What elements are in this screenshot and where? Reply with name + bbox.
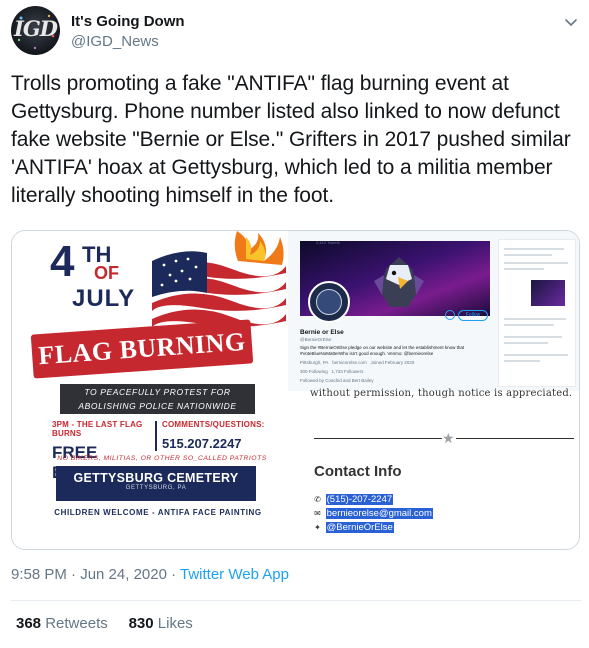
footer-divider bbox=[11, 600, 581, 601]
star-icon: ★ bbox=[442, 430, 455, 446]
poster-location: GETTYSBURG CEMETERY bbox=[73, 471, 239, 485]
envelope-icon: ✉ bbox=[314, 509, 321, 518]
side-panel-thumbnail bbox=[531, 280, 565, 306]
twitter-profile-screenshot: 2,410 Tweets Follow Bernie or Else @Bern… bbox=[288, 231, 579, 391]
website-cutoff-text: without permission, though notice is app… bbox=[310, 388, 573, 399]
poster-divider bbox=[155, 421, 157, 451]
divider-right bbox=[456, 438, 574, 439]
contact-email: bernieorelse@gmail.com bbox=[325, 508, 433, 519]
contact-twitter-row: ✦ @BernieOrElse bbox=[312, 522, 394, 533]
tweet-stats: 368 Retweets 830 Likes bbox=[16, 615, 193, 632]
twitter-bird-icon: ✦ bbox=[314, 523, 321, 532]
profile-site: bernieorelse.com bbox=[332, 360, 367, 365]
contact-phone-row: ✆ (515)-207-2247 bbox=[312, 494, 394, 505]
website-screenshot[interactable]: 2,410 Tweets Follow Bernie or Else @Bern… bbox=[288, 231, 579, 549]
profile-tweet-count: 2,410 Tweets bbox=[316, 240, 340, 245]
profile-meta: Pittsburgh, PA bernieorelse.com Joined F… bbox=[300, 360, 414, 365]
profile-follow-button: Follow bbox=[458, 310, 488, 321]
author-handle[interactable]: @IGD_News bbox=[71, 33, 159, 50]
author-avatar[interactable]: IGD bbox=[11, 6, 60, 55]
poster-banner: TO PEACEFULLY PROTEST FOR ABOLISHING POL… bbox=[60, 384, 255, 414]
flag-burning-poster[interactable]: 4 TH OF JULY FLAG BURNING TO PEACEFULLY … bbox=[12, 231, 286, 549]
poster-time-text: 3PM - THE LAST FLAG BURNS bbox=[52, 420, 143, 438]
tweet-header: IGD It's Going Down @IGD_News bbox=[11, 6, 581, 55]
profile-joined: Joined February 2020 bbox=[370, 360, 415, 365]
poster-right-column: COMMENTS/QUESTIONS: 515.207.2247 bbox=[162, 420, 272, 451]
profile-followed-by: Followed by Coachid and Bert Bailey bbox=[300, 378, 374, 383]
profile-more-icon bbox=[445, 310, 455, 320]
phone-icon: ✆ bbox=[314, 495, 321, 504]
likes-link[interactable]: 830 Likes bbox=[129, 615, 193, 632]
contact-phone: (515)-207-2247 bbox=[325, 494, 394, 505]
profile-avatar bbox=[308, 281, 350, 323]
profile-followers: 1,733 Followers bbox=[331, 369, 364, 374]
divider-left bbox=[314, 438, 442, 439]
contact-title: Contact Info bbox=[314, 463, 402, 480]
eagle-icon bbox=[374, 257, 424, 307]
timestamp-separator: · bbox=[166, 566, 180, 583]
tweet-client-link[interactable]: Twitter Web App bbox=[180, 566, 289, 583]
profile-avatar-seal bbox=[316, 289, 342, 315]
contact-twitter: @BernieOrElse bbox=[325, 522, 394, 533]
chevron-down-icon[interactable] bbox=[561, 12, 581, 32]
poster-ribbon-text: FLAG BURNING bbox=[37, 326, 247, 371]
profile-name: Bernie or Else bbox=[300, 329, 344, 336]
author-name[interactable]: It's Going Down bbox=[71, 13, 185, 30]
poster-date-number: 4 bbox=[50, 237, 75, 286]
tweet-text: Trolls promoting a fake "ANTIFA" flag bu… bbox=[11, 72, 571, 207]
avatar-text: IGD bbox=[14, 16, 58, 41]
likes-label: Likes bbox=[157, 615, 193, 632]
contact-email-row: ✉ bernieorelse@gmail.com bbox=[312, 508, 433, 519]
tweet-timestamp-row: 9:58 PM · Jun 24, 2020 · Twitter Web App bbox=[11, 566, 289, 583]
profile-stats: 300 Following 1,733 Followers bbox=[300, 369, 363, 374]
profile-following: 300 Following bbox=[300, 369, 328, 374]
poster-footer: CHILDREN WELCOME - ANTIFA FACE PAINTING bbox=[54, 508, 262, 517]
tweet-media[interactable]: 4 TH OF JULY FLAG BURNING TO PEACEFULLY … bbox=[11, 230, 580, 550]
poster-date-of: OF bbox=[94, 263, 119, 283]
profile-bio: Sign the #BernieOrElse pledge on our web… bbox=[300, 345, 465, 356]
retweets-label: Retweets bbox=[45, 615, 108, 632]
poster-phone: 515.207.2247 bbox=[162, 436, 242, 451]
profile-location: Pittsburgh, PA bbox=[300, 360, 329, 365]
retweets-count: 368 bbox=[16, 615, 42, 632]
poster-date-month: JULY bbox=[72, 285, 136, 312]
poster-location-box: GETTYSBURG CEMETERY GETTYSBURG, PA bbox=[56, 466, 256, 501]
retweets-link[interactable]: 368 Retweets bbox=[16, 615, 108, 632]
poster-banner-text: TO PEACEFULLY PROTEST FOR ABOLISHING POL… bbox=[78, 387, 237, 411]
poster-contact-label: COMMENTS/QUESTIONS: bbox=[162, 420, 265, 429]
poster-ribbon: FLAG BURNING bbox=[30, 319, 254, 379]
profile-handle: @BernieOrElse bbox=[300, 337, 332, 342]
profile-side-panel bbox=[498, 239, 576, 387]
poster-no-bikers: NO BIKERS, MILITIAS, OR OTHER SO_CALLED … bbox=[57, 455, 267, 462]
likes-count: 830 bbox=[128, 615, 154, 632]
tweet-time[interactable]: 9:58 PM · Jun 24, 2020 bbox=[11, 566, 167, 583]
poster-location-sub: GETTYSBURG, PA bbox=[125, 485, 187, 491]
